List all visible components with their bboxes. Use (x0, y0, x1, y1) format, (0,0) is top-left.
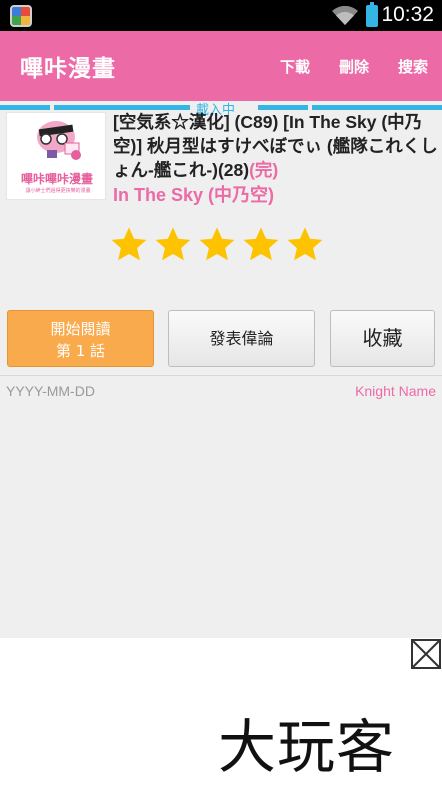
ad-text: 大玩客 (218, 713, 396, 781)
app-title: 嗶咔漫畫 (20, 56, 116, 82)
search-button[interactable]: 搜索 (398, 56, 428, 77)
mascot-logo-icon (37, 121, 81, 160)
divider (0, 375, 442, 376)
ad-banner[interactable]: 大玩客 (0, 638, 442, 786)
battery-icon (366, 2, 378, 27)
delete-button[interactable]: 刪除 (339, 56, 369, 77)
app-notification-icon (10, 5, 32, 27)
star-icon (287, 227, 323, 261)
start-reading-button[interactable]: 開始閱讀 第 1 話 (7, 310, 154, 367)
comic-status: (完) (249, 160, 279, 180)
comic-title: [空気系☆漢化] (C89) [In The Sky (中乃空)] 秋月型はすけ… (113, 110, 439, 182)
close-icon[interactable] (411, 639, 441, 669)
wifi-icon (332, 6, 358, 25)
star-icon (111, 227, 147, 261)
comment-author-name[interactable]: Knight Name (355, 383, 436, 399)
star-icon (199, 227, 235, 261)
loading-bar-segment (0, 105, 50, 110)
comic-author[interactable]: In The Sky (中乃空) (113, 181, 274, 207)
post-comment-button[interactable]: 發表偉論 (168, 310, 315, 367)
favorite-button[interactable]: 收藏 (330, 310, 435, 367)
star-icon (243, 227, 279, 261)
status-time: 10:32 (381, 3, 434, 26)
comment-date: YYYY-MM-DD (6, 383, 95, 399)
comic-cover[interactable]: 嗶咔嗶咔漫畫 讓小紳士們過得更快樂的漫畫 (6, 112, 106, 200)
download-button[interactable]: 下載 (280, 56, 310, 77)
cover-subtitle: 讓小紳士們過得更快樂的漫畫 (25, 188, 91, 194)
action-bar: 嗶咔漫畫 下載 刪除 搜索 (0, 31, 442, 101)
cover-title: 嗶咔嗶咔漫畫 (20, 172, 93, 186)
status-bar: 10:32 (0, 0, 442, 31)
star-icon (155, 227, 191, 261)
start-reading-label: 開始閱讀 (50, 320, 111, 338)
start-reading-episode: 第 1 話 (55, 342, 106, 360)
